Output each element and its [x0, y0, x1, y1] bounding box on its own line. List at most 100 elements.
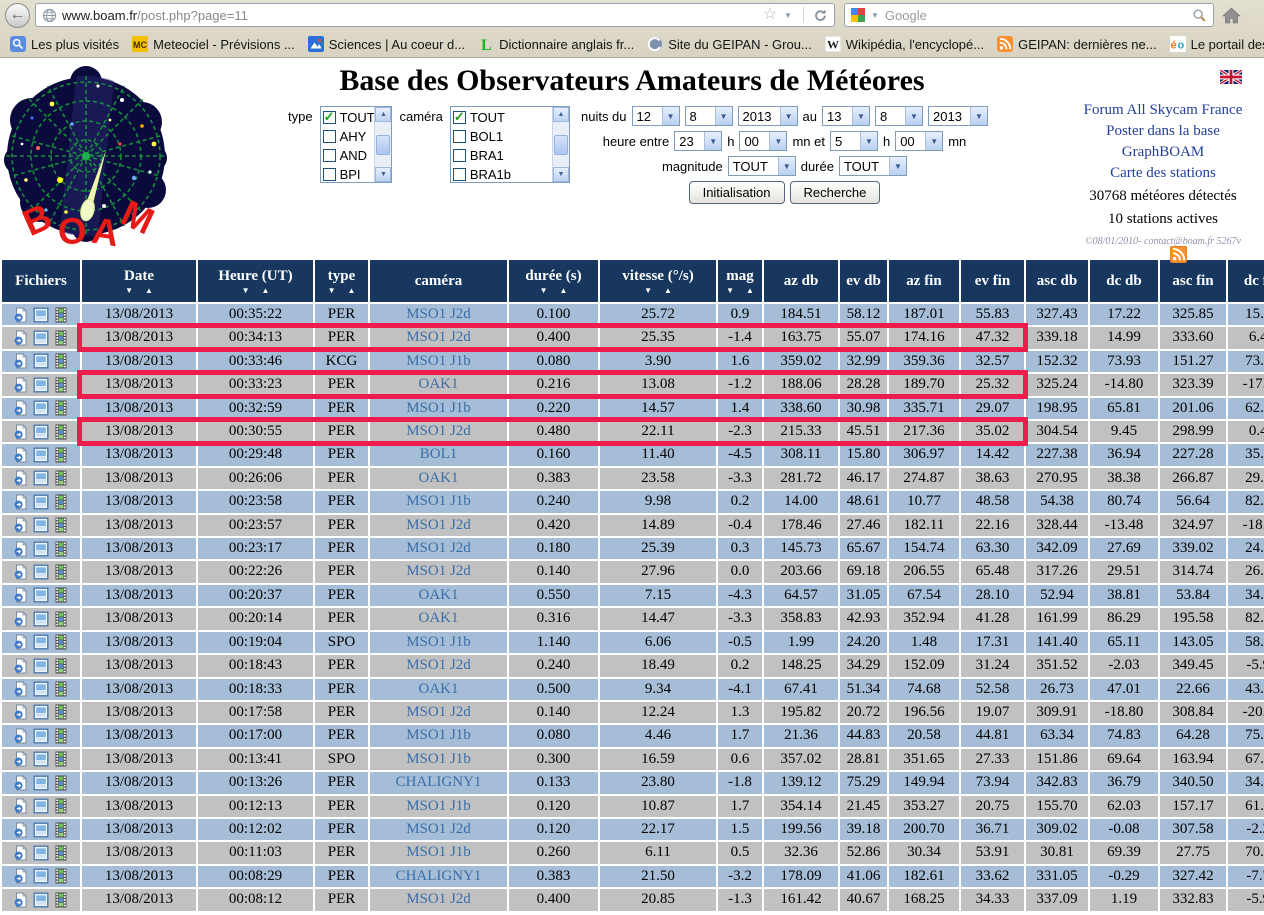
- image-icon[interactable]: [33, 400, 49, 416]
- export-file-icon[interactable]: [13, 564, 29, 580]
- image-icon[interactable]: [33, 892, 49, 908]
- chevron-down-icon[interactable]: ▼: [888, 157, 906, 175]
- video-icon[interactable]: [53, 892, 69, 908]
- camera-cell[interactable]: MSO1 J1b: [370, 397, 507, 420]
- export-file-icon[interactable]: [13, 657, 29, 674]
- hour-to-select[interactable]: 5 ▼: [829, 131, 878, 151]
- sort-desc-icon[interactable]: ▼: [242, 286, 250, 295]
- initialisation-button[interactable]: Initialisation: [688, 181, 785, 204]
- video-icon[interactable]: [53, 424, 69, 440]
- export-file-icon[interactable]: [13, 751, 29, 767]
- export-file-icon[interactable]: [13, 470, 29, 486]
- export-file-icon[interactable]: [13, 400, 29, 416]
- sort-asc-icon[interactable]: ▲: [560, 286, 568, 295]
- image-icon[interactable]: [33, 728, 49, 744]
- export-file-icon[interactable]: [13, 634, 29, 650]
- sort-asc-icon[interactable]: ▲: [746, 286, 754, 295]
- video-icon[interactable]: [53, 751, 69, 767]
- reload-icon[interactable]: [813, 8, 828, 23]
- camera-option-BRA1b[interactable]: BRA1b: [452, 165, 550, 182]
- export-file-icon[interactable]: [13, 704, 29, 720]
- sort-desc-icon[interactable]: ▼: [726, 286, 734, 295]
- sort-desc-icon[interactable]: ▼: [644, 286, 652, 295]
- image-icon[interactable]: [33, 353, 49, 369]
- sort-asc-icon[interactable]: ▲: [348, 286, 356, 295]
- column-header-dur-e-s-[interactable]: durée (s) ▼ ▲: [509, 260, 598, 302]
- camera-option-BRA1[interactable]: BRA1: [452, 146, 550, 165]
- night-from-year-select[interactable]: 2013 ▼: [737, 106, 798, 126]
- camera-cell[interactable]: BOL1: [370, 444, 507, 466]
- image-icon[interactable]: [33, 330, 49, 346]
- camera-cell[interactable]: MSO1 J2d: [370, 538, 507, 560]
- video-icon[interactable]: [53, 330, 69, 346]
- scroll-up-icon[interactable]: ▲: [552, 107, 569, 122]
- video-icon[interactable]: [53, 377, 69, 393]
- video-icon[interactable]: [53, 470, 69, 486]
- image-icon[interactable]: [33, 377, 49, 393]
- chevron-down-icon[interactable]: ▼: [905, 107, 922, 125]
- image-icon[interactable]: [33, 658, 49, 674]
- image-icon[interactable]: [33, 517, 49, 533]
- sort-desc-icon[interactable]: ▼: [328, 286, 336, 295]
- video-icon[interactable]: [53, 822, 69, 838]
- video-icon[interactable]: [53, 541, 69, 557]
- camera-cell[interactable]: MSO1 J2d: [370, 304, 507, 326]
- recherche-button[interactable]: Recherche: [789, 181, 881, 204]
- image-icon[interactable]: [33, 587, 49, 603]
- video-icon[interactable]: [53, 494, 69, 510]
- video-icon[interactable]: [53, 447, 69, 463]
- video-icon[interactable]: [53, 845, 69, 861]
- video-icon[interactable]: [53, 681, 69, 697]
- export-file-icon[interactable]: [13, 610, 29, 627]
- search-engine-dropdown-icon[interactable]: ▼: [871, 11, 879, 20]
- type-option-BPI[interactable]: BPI: [322, 165, 373, 182]
- export-file-icon[interactable]: [13, 353, 29, 369]
- export-file-icon[interactable]: [13, 423, 29, 440]
- camera-cell[interactable]: MSO1 J1b: [370, 725, 507, 747]
- chevron-down-icon[interactable]: ▼: [777, 157, 795, 175]
- chevron-down-icon[interactable]: ▼: [925, 132, 943, 150]
- video-icon[interactable]: [53, 775, 69, 791]
- image-icon[interactable]: [33, 424, 49, 440]
- checked-checkbox-icon[interactable]: [452, 109, 466, 125]
- column-header-date[interactable]: Date ▼ ▲: [82, 260, 196, 302]
- home-icon[interactable]: [1222, 7, 1241, 24]
- sort-asc-icon[interactable]: ▲: [262, 286, 270, 295]
- camera-cell[interactable]: MSO1 J1b: [370, 795, 507, 817]
- export-file-icon[interactable]: [13, 728, 29, 744]
- image-icon[interactable]: [33, 634, 49, 650]
- sidebar-link-3[interactable]: Carte des stations: [1068, 163, 1258, 184]
- camera-cell[interactable]: CHALIGNY1: [370, 772, 507, 794]
- video-icon[interactable]: [53, 611, 69, 627]
- english-flag-icon[interactable]: [1220, 70, 1242, 84]
- export-file-icon[interactable]: [13, 821, 29, 838]
- camera-option-TOUT[interactable]: TOUT: [452, 108, 550, 127]
- export-file-icon[interactable]: [13, 845, 29, 861]
- video-icon[interactable]: [53, 564, 69, 580]
- chevron-down-icon[interactable]: ▼: [970, 107, 987, 125]
- sidebar-link-1[interactable]: Poster dans la base: [1068, 121, 1258, 142]
- url-dropdown-icon[interactable]: ▼: [784, 11, 792, 20]
- camera-cell[interactable]: MSO1 J1b: [370, 350, 507, 373]
- url-bar[interactable]: www.boam.fr/post.php?page=11 ☆ ▼: [35, 3, 835, 27]
- image-icon[interactable]: [33, 541, 49, 557]
- column-header-heure-ut-[interactable]: Heure (UT) ▼ ▲: [198, 260, 313, 302]
- camera-cell[interactable]: MSO1 J2d: [370, 818, 507, 841]
- duree-select[interactable]: TOUT ▼: [838, 156, 907, 176]
- video-icon[interactable]: [53, 400, 69, 416]
- image-icon[interactable]: [33, 775, 49, 791]
- search-bar[interactable]: ▼ Google: [844, 3, 1214, 27]
- camera-cell[interactable]: MSO1 J1b: [370, 631, 507, 654]
- export-file-icon[interactable]: [13, 891, 29, 908]
- type-listbox[interactable]: TOUT AHY AND BPI ▲ ▼: [319, 106, 393, 183]
- image-icon[interactable]: [33, 564, 49, 580]
- camera-cell[interactable]: MSO1 J2d: [370, 561, 507, 583]
- rss-feed-icon[interactable]: [1170, 246, 1187, 263]
- minute-to-select[interactable]: 00 ▼: [895, 131, 944, 151]
- image-icon[interactable]: [33, 470, 49, 486]
- unchecked-checkbox-icon[interactable]: [322, 130, 336, 143]
- video-icon[interactable]: [53, 704, 69, 720]
- video-icon[interactable]: [53, 658, 69, 674]
- export-file-icon[interactable]: [13, 493, 29, 510]
- image-icon[interactable]: [33, 798, 49, 814]
